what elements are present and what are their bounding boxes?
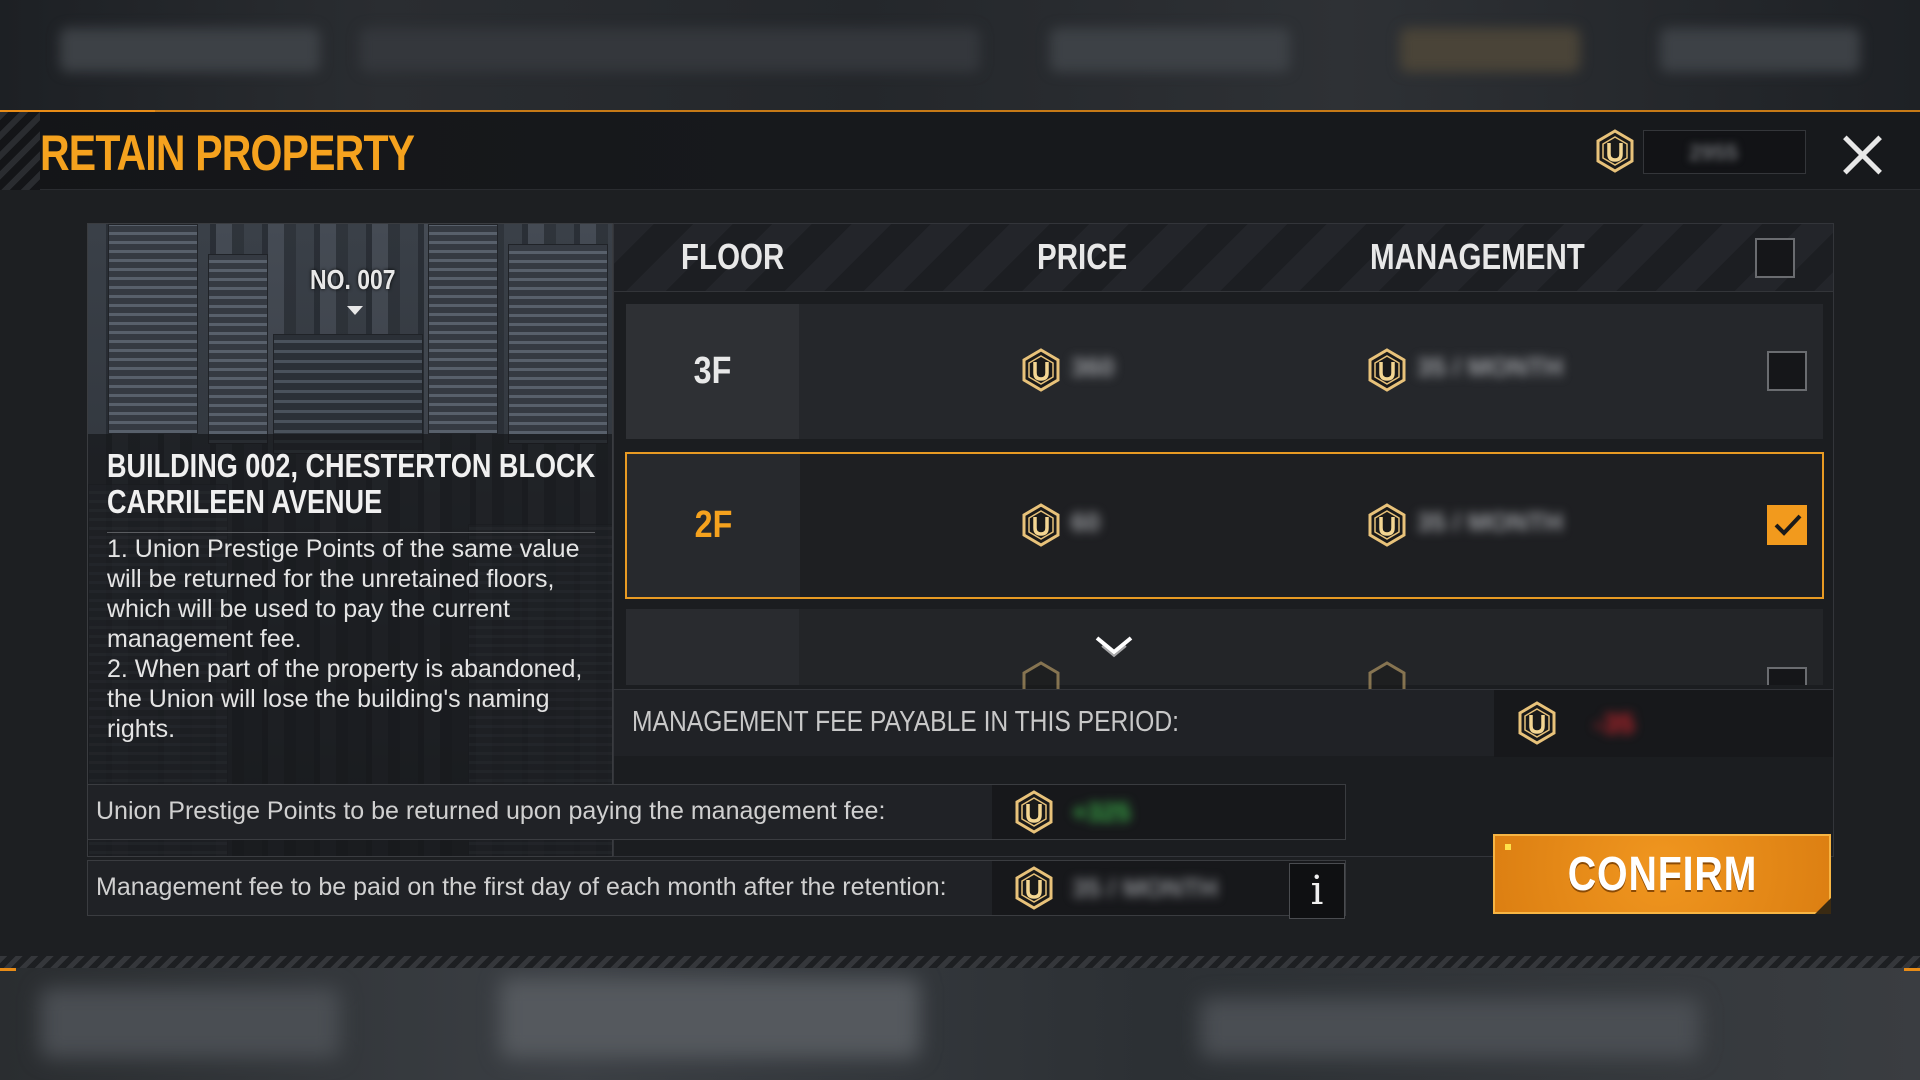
accent-right (1904, 968, 1920, 971)
note-2: 2. When part of the property is abandone… (107, 655, 583, 743)
select-all-checkbox[interactable] (1755, 238, 1795, 278)
union-coin-icon (1014, 790, 1054, 834)
table-header: FLOOR PRICE MANAGEMENT (614, 224, 1833, 292)
union-coin-icon (1021, 503, 1061, 547)
monthly-fee-row: Management fee to be paid on the first d… (87, 860, 1346, 916)
returned-points-value: +325 (1072, 797, 1131, 827)
background-bottom (0, 968, 1920, 1080)
header-price: PRICE (1037, 236, 1128, 277)
management-value: 35 / MONTH (1417, 507, 1563, 537)
returned-points-row: Union Prestige Points to be returned upo… (87, 784, 1346, 840)
fee-payable-bar: MANAGEMENT FEE PAYABLE IN THIS PERIOD: -… (614, 689, 1833, 757)
union-coin-icon (1367, 348, 1407, 392)
fee-payable-value-box: -35 (1494, 690, 1833, 757)
retention-notes: 1. Union Prestige Points of the same val… (107, 534, 597, 744)
info-icon[interactable]: i (1289, 863, 1345, 919)
row-checkbox-checked[interactable] (1767, 505, 1807, 545)
currency-balance: 2955 (1643, 130, 1806, 174)
returned-points-label: Union Prestige Points to be returned upo… (96, 797, 886, 825)
floor-row-partial[interactable] (626, 609, 1823, 705)
union-coin-icon (1014, 866, 1054, 910)
price-value: 60 (1071, 507, 1100, 537)
management-value: 35 / MONTH (1417, 352, 1563, 382)
building-name: BUILDING 002, CHESTERTON BLOCK CARRILEEN… (107, 448, 599, 520)
row-checkbox[interactable] (1767, 351, 1807, 391)
chevron-down-icon[interactable] (1094, 634, 1134, 660)
floor-cell (626, 609, 799, 685)
divider (107, 532, 595, 533)
floors-table: FLOOR PRICE MANAGEMENT 3F 360 35 / MONTH… (613, 223, 1834, 857)
row-checkbox[interactable] (1767, 667, 1807, 685)
button-dot (1505, 844, 1511, 850)
close-icon[interactable] (1838, 130, 1886, 178)
monthly-fee-label: Management fee to be paid on the first d… (96, 873, 947, 901)
monthly-fee-value: 35 / MONTH (1072, 873, 1218, 903)
marker-arrow-icon (347, 306, 363, 315)
building-name-line2: CARRILEEN AVENUE (107, 483, 383, 520)
background-top (0, 0, 1920, 110)
floor-label: 2F (694, 504, 733, 546)
confirm-button[interactable]: CONFIRM (1493, 834, 1831, 914)
title-stripes (0, 112, 40, 190)
note-1: 1. Union Prestige Points of the same val… (107, 535, 580, 653)
dialog-title: RETAIN PROPERTY (40, 125, 415, 181)
building-name-line1: BUILDING 002, CHESTERTON BLOCK (107, 447, 596, 484)
floor-label: 3F (693, 350, 732, 392)
header-floor: FLOOR (681, 236, 785, 277)
floor-row-2f[interactable]: 2F 60 35 / MONTH (625, 452, 1824, 599)
button-corner (1815, 898, 1831, 914)
accent-left (0, 968, 16, 971)
currency-value: 2955 (1689, 140, 1738, 165)
floor-row-3f[interactable]: 3F 360 35 / MONTH (626, 304, 1823, 439)
building-panel: NO. 007 BUILDING 002, CHESTERTON BLOCK C… (87, 223, 613, 857)
title-bar: RETAIN PROPERTY 2955 (0, 112, 1920, 190)
union-coin-icon (1595, 129, 1635, 173)
confirm-label: CONFIRM (1567, 847, 1757, 901)
retain-property-dialog: RETAIN PROPERTY 2955 NO. 007 BUILDING 00… (0, 110, 1920, 971)
checkmark-icon (1774, 514, 1802, 536)
union-coin-icon (1517, 701, 1557, 745)
bottom-stripe (0, 956, 1920, 968)
header-management: MANAGEMENT (1370, 236, 1585, 277)
returned-points-value-box: +325 (992, 785, 1345, 839)
price-value: 360 (1071, 352, 1115, 382)
union-coin-icon (1367, 503, 1407, 547)
union-coin-icon (1021, 348, 1061, 392)
building-number: NO. 007 (310, 264, 396, 295)
fee-payable-value: -35 (1594, 708, 1635, 739)
fee-payable-label: MANAGEMENT FEE PAYABLE IN THIS PERIOD: (632, 706, 1179, 738)
